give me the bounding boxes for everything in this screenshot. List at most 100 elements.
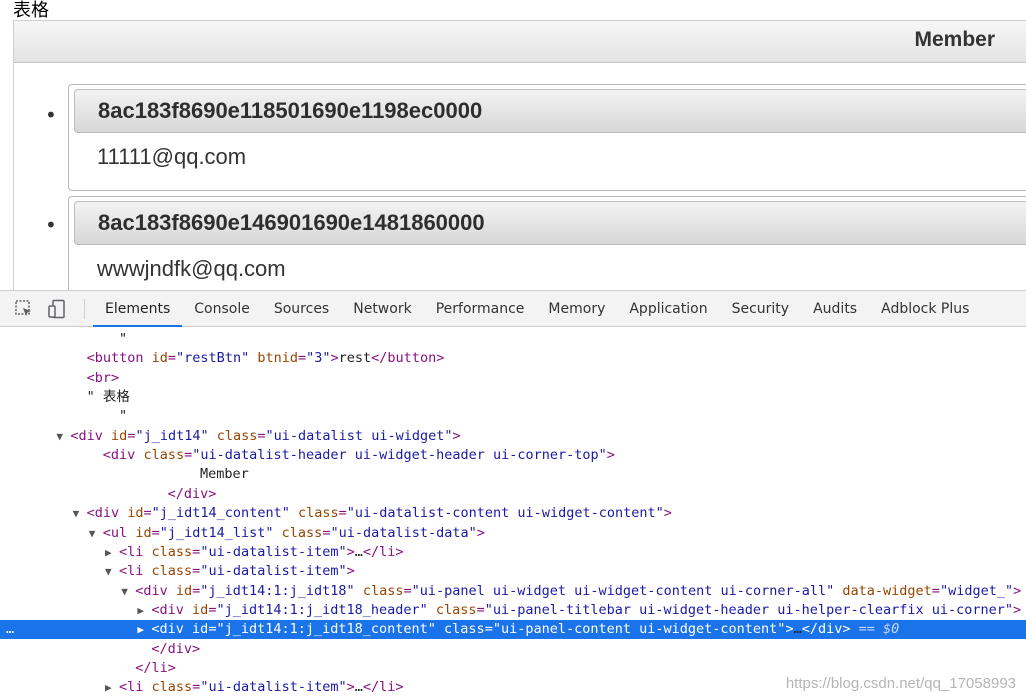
closing-tag: </li>: [362, 679, 404, 696]
attr-eq: =: [297, 350, 307, 367]
attr-value: "ui-datalist-header ui-widget-header ui-…: [192, 447, 607, 464]
dom-node-text: <button id="restBtn" btnid="3">rest</but…: [73, 349, 445, 368]
tab-elements[interactable]: Elements: [93, 291, 183, 327]
dom-node[interactable]: ▼ <li class="ui-datalist-item">: [0, 562, 1026, 581]
expand-arrow-icon[interactable]: ▶: [137, 601, 151, 620]
panel-title[interactable]: 8ac183f8690e146901690e1481860000: [74, 201, 1026, 245]
dom-node-text: </div>: [137, 640, 200, 659]
inspect-element-icon[interactable]: [14, 299, 34, 319]
text-node: ": [119, 408, 128, 425]
dom-node[interactable]: Member: [0, 465, 1026, 484]
attr-eq: =: [167, 350, 177, 367]
dom-node-text: ▼ <div id="j_idt14" class="ui-datalist ui…: [56, 427, 460, 446]
attr-value: "widget_": [939, 582, 1014, 599]
attr-name: id: [192, 621, 209, 638]
datalist-header: Member: [14, 21, 1026, 63]
open-tag: <div: [151, 601, 184, 618]
open-tag: <br: [86, 369, 111, 386]
tab-network[interactable]: Network: [341, 291, 423, 327]
dom-node[interactable]: ": [0, 407, 1026, 426]
dom-node-selected[interactable]: … ▶ <div id = "j_idt14:1:j_idt18_content" cl…: [0, 620, 1026, 640]
expand-arrow-icon[interactable]: ▶: [105, 543, 119, 562]
closing-tag: </li>: [362, 543, 404, 560]
dom-node[interactable]: <br>: [0, 369, 1026, 388]
inner-text: …: [354, 543, 363, 560]
dom-node-text: ▼ <div id="j_idt14:1:j_idt18" class="ui-p…: [121, 582, 1021, 601]
attr-value: "ui-panel-content ui-widget-content": [492, 621, 786, 638]
attr-value: "ui-datalist ui-widget": [265, 427, 453, 444]
closing-tag: </li>: [135, 659, 176, 676]
dom-node-text: ": [105, 330, 127, 349]
attr-eq: =: [151, 524, 160, 541]
attr-value: "3": [306, 350, 331, 367]
collapse-arrow-icon[interactable]: ▼: [105, 562, 119, 581]
open-tag-end: >: [346, 543, 355, 560]
attr-eq: =: [403, 582, 412, 599]
attr-name: id: [151, 350, 168, 367]
open-tag: <ul: [102, 524, 128, 541]
text-node: ": [119, 331, 128, 347]
member-datalist: Member • 8ac183f8690e118501690e1198ec000…: [13, 20, 1026, 290]
open-tag: <div: [135, 582, 168, 599]
device-toggle-icon[interactable]: [47, 299, 67, 319]
dom-node[interactable]: </div>: [0, 640, 1026, 659]
dom-node-text: ": [105, 407, 127, 426]
tab-performance[interactable]: Performance: [424, 291, 537, 327]
dom-node[interactable]: ▼ <div id="j_idt14:1:j_idt18" class="ui-p…: [0, 582, 1026, 601]
tab-adblock-plus[interactable]: Adblock Plus: [869, 291, 981, 327]
attr-value: "ui-panel-titlebar ui-widget-header ui-h…: [484, 601, 1014, 618]
attr-value: "restBtn": [176, 350, 250, 367]
attr-eq: =: [931, 582, 940, 599]
expand-arrow-icon[interactable]: ▶: [105, 678, 119, 696]
collapse-arrow-icon[interactable]: ▼: [121, 582, 135, 601]
tab-audits[interactable]: Audits: [801, 291, 869, 327]
tab-security[interactable]: Security: [720, 291, 802, 327]
dom-node[interactable]: </div>: [0, 485, 1026, 504]
dom-node-text: ▼ <ul id="j_idt14_list" class="ui-datalis…: [89, 524, 485, 543]
devtools-panel: Elements Console Sources Network Performance…: [0, 290, 1026, 695]
dom-node[interactable]: <button id="restBtn" btnid="3">rest</but…: [0, 349, 1026, 368]
dom-node[interactable]: ▼ <ul id="j_idt14_list" class="ui-datalis…: [0, 524, 1026, 543]
attr-name: data-widget: [842, 582, 932, 599]
collapse-arrow-icon[interactable]: ▼: [56, 427, 70, 446]
open-tag-end: >: [346, 679, 355, 696]
open-tag-end: >: [452, 427, 461, 444]
attr-name: class: [362, 582, 404, 599]
attr-value: "ui-datalist-item": [200, 543, 347, 560]
inner-text: …: [354, 679, 363, 696]
dom-node[interactable]: ": [0, 330, 1026, 349]
dom-node[interactable]: <div class="ui-datalist-header ui-widget…: [0, 446, 1026, 465]
dom-node[interactable]: ▼ <div id="j_idt14_content" class="ui-dat…: [0, 504, 1026, 523]
open-tag-end: >: [110, 369, 120, 386]
attr-value: "j_idt14": [135, 427, 209, 444]
attr-name: id: [127, 505, 144, 522]
attr-eq: =: [484, 621, 493, 638]
attr-name: class: [216, 427, 258, 444]
elements-tree: " <button id="restBtn" btnid="3">rest</bu…: [0, 327, 1026, 696]
open-tag: <div: [151, 621, 184, 638]
dom-node-text: <br>: [73, 369, 120, 388]
attr-value: "j_idt14:1:j_idt18": [200, 582, 355, 599]
panel-title[interactable]: 8ac183f8690e118501690e1198ec0000: [74, 89, 1026, 133]
tab-application[interactable]: Application: [617, 291, 719, 327]
dom-node[interactable]: ▶ <div id = "j_idt14:1:j_idt18_header" clas…: [0, 601, 1026, 620]
expand-arrow-icon[interactable]: ▶: [137, 620, 151, 639]
attr-name: class: [151, 563, 193, 580]
collapse-arrow-icon[interactable]: ▼: [89, 524, 103, 543]
panel-content: wwwjndfk@qq.com: [97, 256, 286, 281]
tab-sources[interactable]: Sources: [262, 291, 341, 327]
open-tag: <div: [70, 427, 103, 444]
dom-node[interactable]: ▶ <li class="ui-datalist-item">…</li>: [0, 543, 1026, 562]
dom-node[interactable]: " 表格: [0, 388, 1026, 407]
devtools-tabs: Elements Console Sources Network Performance…: [93, 291, 981, 327]
dom-node[interactable]: ▼ <div id="j_idt14" class="ui-datalist ui…: [0, 427, 1026, 446]
tab-memory[interactable]: Memory: [536, 291, 617, 327]
collapse-arrow-icon[interactable]: ▼: [73, 504, 87, 523]
attr-value: "ui-datalist-item": [200, 679, 347, 696]
open-tag-end: >: [330, 350, 339, 367]
tab-console[interactable]: Console: [182, 291, 262, 327]
